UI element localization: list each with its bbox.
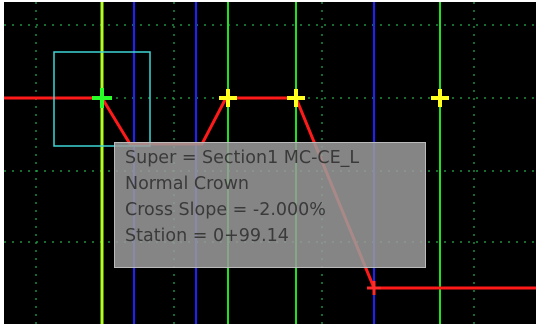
- superelevation-tooltip: Super = Section1 MC-CE_L Normal Crown Cr…: [114, 142, 426, 268]
- tooltip-super-section: Super = Section1 MC-CE_L: [125, 148, 360, 168]
- tooltip-crown-type: Normal Crown: [125, 174, 250, 194]
- tooltip-cross-slope: Cross Slope = -2.000%: [125, 200, 326, 220]
- tooltip-station: Station = 0+99.14: [125, 226, 289, 246]
- plus-marker-icon[interactable]: [431, 89, 449, 107]
- plus-marker-icon[interactable]: [367, 281, 381, 295]
- plus-marker-icon[interactable]: [287, 89, 305, 107]
- plus-marker-icon[interactable]: [92, 88, 112, 108]
- cad-viewport[interactable]: Super = Section1 MC-CE_L Normal Crown Cr…: [4, 2, 536, 324]
